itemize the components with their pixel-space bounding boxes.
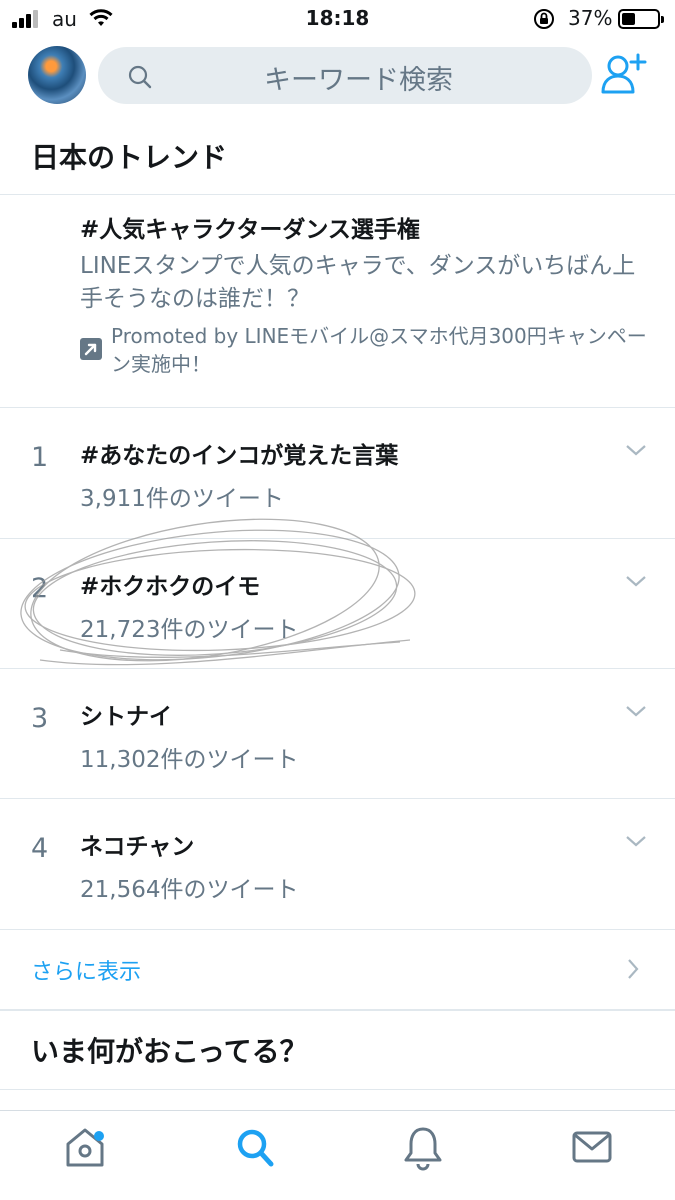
bell-icon[interactable] — [402, 1125, 444, 1171]
mail-icon[interactable] — [570, 1125, 614, 1169]
trend-name: シトナイ — [80, 704, 172, 730]
promoted-icon — [80, 338, 102, 360]
search-placeholder: キーワード検索 — [264, 65, 453, 96]
notification-dot — [94, 1131, 104, 1141]
divider — [0, 194, 675, 195]
divider — [0, 929, 675, 930]
chevron-down-icon[interactable] — [624, 573, 648, 589]
trend-item[interactable]: 3 シトナイ 11,302件のツイート — [0, 669, 675, 799]
battery-percentage: 37% — [568, 6, 613, 30]
status-bar: au 18:18 37% — [0, 0, 675, 38]
promoted-trend-name: #人気キャラクターダンス選手権 — [80, 217, 420, 243]
divider — [0, 1089, 675, 1090]
trend-tweet-count: 21,564件のツイート — [80, 877, 299, 903]
chevron-down-icon[interactable] — [624, 442, 648, 458]
divider — [0, 1009, 675, 1011]
trend-item[interactable]: 4 ネコチャン 21,564件のツイート — [0, 799, 675, 929]
trend-rank: 4 — [31, 833, 49, 864]
trend-name: ネコチャン — [80, 834, 195, 860]
trend-rank: 2 — [31, 573, 49, 604]
happening-title: いま何がおこってる？ — [31, 1035, 308, 1068]
trends-title: 日本のトレンド — [31, 141, 228, 174]
promoted-by-text: Promoted by LINEモバイル@スマホ代月300円キャンペーン実施中！ — [111, 324, 647, 376]
chevron-down-icon[interactable] — [624, 833, 648, 849]
rotation-lock-icon — [534, 9, 554, 29]
user-avatar[interactable] — [28, 46, 86, 104]
trend-item[interactable]: 1 #あなたのインコが覚えた言葉 3,911件のツイート — [0, 408, 675, 538]
trend-tweet-count: 11,302件のツイート — [80, 747, 299, 773]
trend-item[interactable]: 2 #ホクホクのイモ 21,723件のツイート — [0, 539, 675, 669]
trend-tweet-count: 3,911件のツイート — [80, 486, 284, 512]
trend-name: #ホクホクのイモ — [80, 574, 261, 600]
show-more-link[interactable]: さらに表示 — [31, 954, 141, 986]
trend-name: #あなたのインコが覚えた言葉 — [80, 443, 399, 469]
trend-rank: 1 — [31, 442, 49, 473]
search-icon[interactable] — [234, 1125, 276, 1169]
search-icon — [128, 65, 152, 89]
promoted-trend-description: LINEスタンプで人気のキャラで、ダンスがいちばん上手そうなのは誰だ！？ — [80, 253, 636, 312]
battery-icon — [618, 9, 664, 29]
trend-rank: 3 — [31, 703, 49, 734]
trend-tweet-count: 21,723件のツイート — [80, 617, 299, 643]
chevron-down-icon[interactable] — [624, 703, 648, 719]
chevron-right-icon — [628, 959, 639, 979]
add-user-icon[interactable] — [600, 52, 648, 96]
